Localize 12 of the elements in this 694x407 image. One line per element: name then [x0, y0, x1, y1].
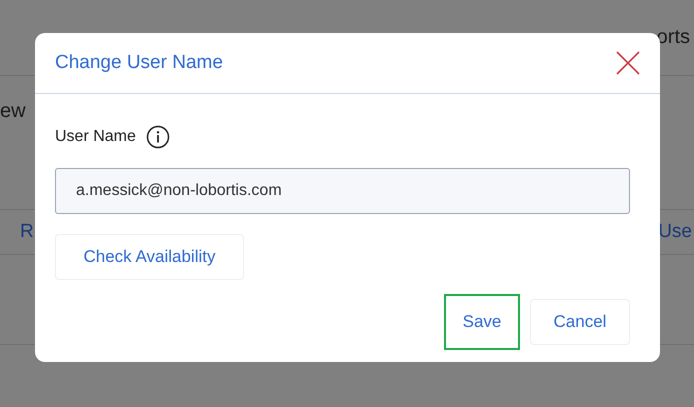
- info-icon[interactable]: [146, 125, 170, 149]
- link[interactable]: Use: [658, 221, 692, 243]
- close-icon[interactable]: [614, 49, 642, 77]
- intro-text: ew: [0, 100, 26, 122]
- username-field[interactable]: a.messick@non-lobortis.com: [55, 168, 630, 214]
- field-label: User Name: [55, 128, 136, 146]
- check-availability-button[interactable]: Check Availability: [55, 234, 244, 280]
- dialog-title: Change User Name: [55, 52, 223, 74]
- nav-tab[interactable]: orts: [656, 26, 694, 49]
- cancel-button[interactable]: Cancel: [530, 299, 630, 345]
- link[interactable]: R: [0, 221, 34, 243]
- save-button[interactable]: Save: [444, 294, 520, 350]
